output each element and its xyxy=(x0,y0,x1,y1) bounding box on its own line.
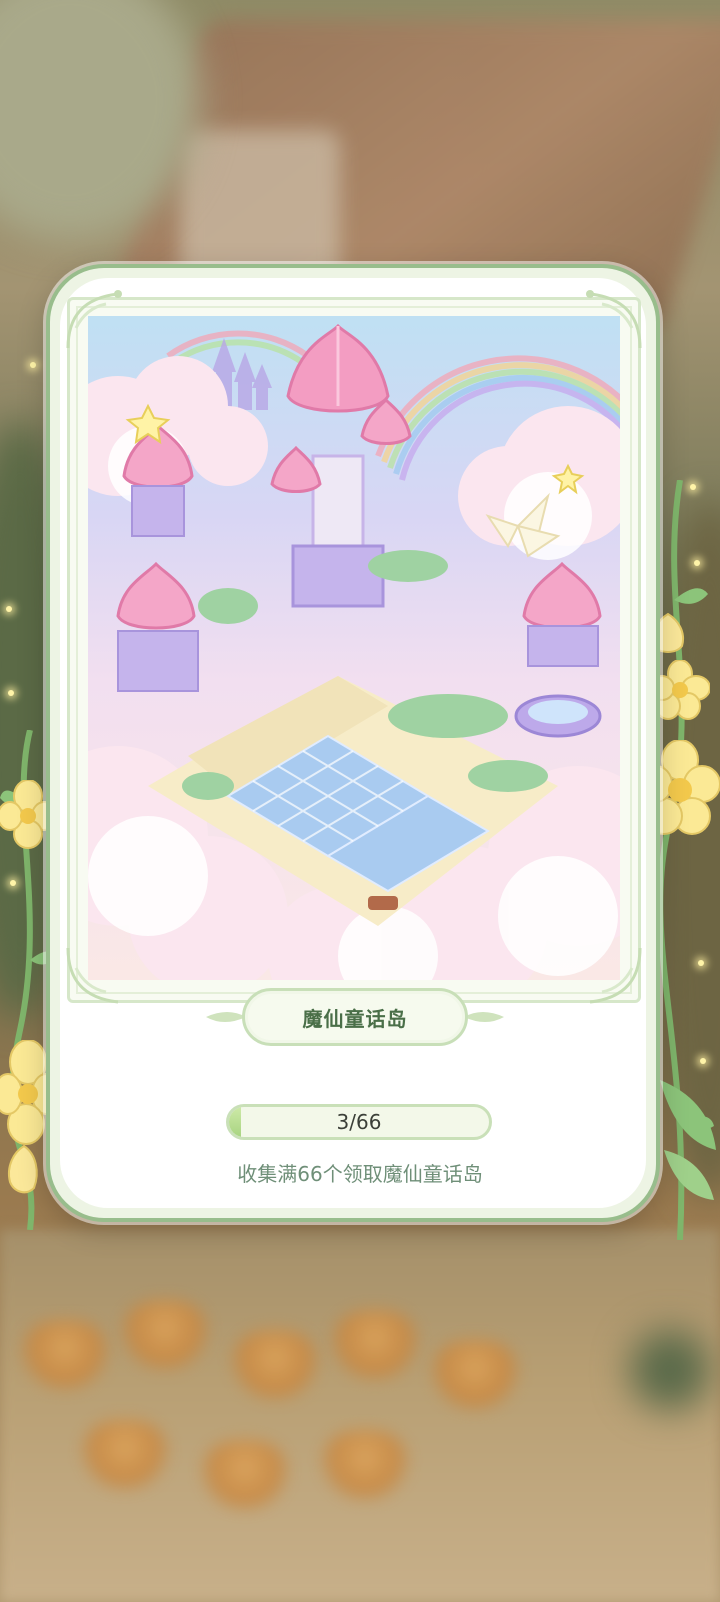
progress-count: 3/66 xyxy=(336,1110,382,1134)
background-flowerbed xyxy=(200,1440,290,1510)
collection-progress-bar: 3/66 xyxy=(226,1104,492,1140)
background-ground xyxy=(0,1230,720,1602)
screen: 魔仙童话岛 3/66 收集满66个领取魔仙童话岛 xyxy=(0,0,720,1602)
background-flowerbed xyxy=(80,1420,170,1490)
background-flowerbed xyxy=(320,1430,410,1500)
background-flowerbed xyxy=(330,1310,420,1380)
background-bush xyxy=(630,1330,710,1410)
collection-hint: 收集满66个领取魔仙童话岛 xyxy=(237,1162,483,1186)
background-flowerbed xyxy=(230,1330,320,1400)
plate-leaf-ornament xyxy=(464,1012,504,1022)
sparkle xyxy=(6,606,12,612)
sparkle xyxy=(8,690,14,696)
plate-leaf-ornament xyxy=(206,1012,246,1022)
sparkle xyxy=(30,362,36,368)
lotus-tower-illustration xyxy=(88,316,620,980)
background-flowerbed xyxy=(120,1300,210,1370)
leaf-cluster xyxy=(660,1080,716,1200)
reward-title: 魔仙童话岛 xyxy=(242,988,468,1046)
background-flowerbed xyxy=(430,1340,520,1410)
background-flowerbed xyxy=(20,1320,110,1390)
yellow-flower-icon xyxy=(8,1144,38,1194)
